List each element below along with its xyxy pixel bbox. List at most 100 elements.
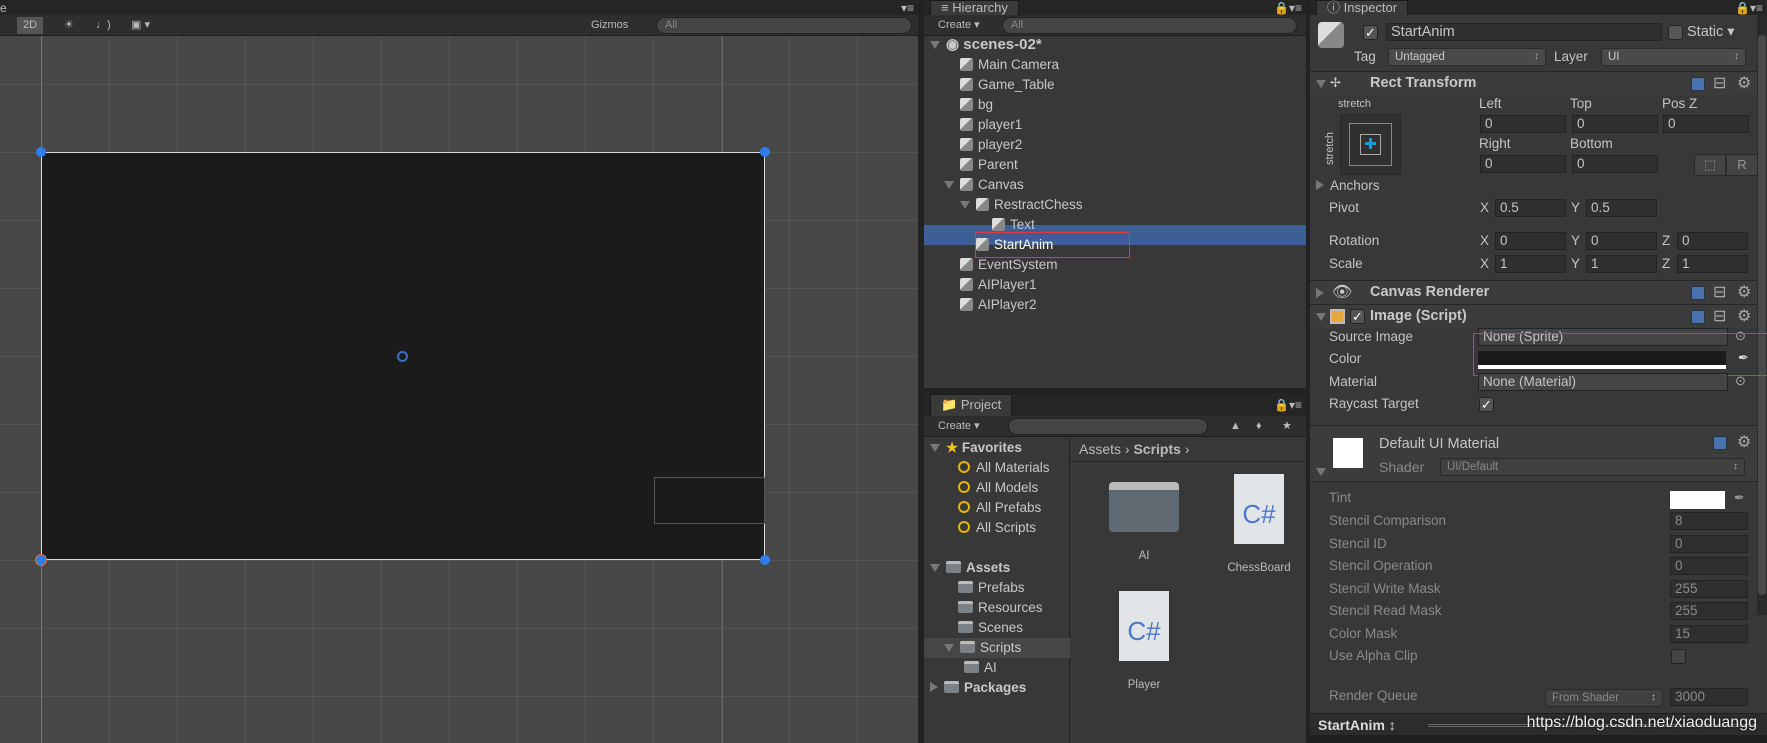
audio-icon[interactable]: ♩)	[90, 17, 117, 34]
lock-menu-icon[interactable]: 🔒▾≡	[1274, 398, 1302, 412]
light-icon[interactable]: ☀	[58, 17, 80, 34]
hierarchy-item[interactable]: AIPlayer2	[960, 295, 1037, 315]
image-component-header[interactable]: ✓ Image (Script) ⊟ ⚙	[1310, 304, 1757, 328]
image-enabled-checkbox[interactable]: ✓	[1350, 309, 1365, 324]
2d-toggle[interactable]: 2D	[17, 17, 44, 34]
folder-scripts-ai[interactable]: AI	[964, 658, 997, 678]
material-prop-input[interactable]: 255	[1670, 602, 1748, 620]
filter-type-icon[interactable]: ▲	[1224, 418, 1247, 435]
preset-icon[interactable]: ⊟	[1713, 309, 1727, 325]
anchor-handle-bl[interactable]	[35, 554, 47, 566]
hierarchy-item[interactable]: AIPlayer1	[960, 275, 1037, 295]
star-icon[interactable]: ★	[1276, 418, 1298, 435]
help-icon[interactable]	[1713, 436, 1727, 450]
hierarchy-item[interactable]: bg	[960, 95, 993, 115]
lock-menu-icon[interactable]: 🔒▾≡	[1274, 1, 1302, 15]
hierarchy-item[interactable]: player1	[960, 115, 1022, 135]
hierarchy-item[interactable]: Main Camera	[960, 55, 1059, 75]
anchor-presets-button[interactable]: ✚	[1340, 114, 1401, 175]
material-prop-input[interactable]: 8	[1670, 512, 1748, 530]
gear-icon[interactable]: ⚙	[1737, 76, 1751, 92]
hierarchy-item[interactable]: Text	[992, 215, 1035, 235]
preset-icon[interactable]: ⊟	[1713, 285, 1727, 301]
asset-folder[interactable]: Resources	[958, 598, 1043, 618]
object-name-input[interactable]: StartAnim	[1386, 23, 1662, 41]
blueprint-mode-button[interactable]: ⬚	[1694, 154, 1726, 176]
expand-arrow-icon[interactable]	[960, 201, 970, 209]
create-dropdown[interactable]: Create ▾	[932, 17, 986, 34]
render-queue-mode-dropdown[interactable]: From Shader	[1545, 689, 1663, 707]
material-field[interactable]: None (Material)	[1478, 373, 1728, 391]
tab-project[interactable]: 📁 Project	[930, 394, 1013, 416]
raycast-target-checkbox[interactable]: ✓	[1479, 397, 1494, 412]
canvas-renderer-header[interactable]: 👁 Canvas Renderer ⊟ ⚙	[1310, 280, 1757, 304]
pivot-circle-handle[interactable]	[397, 351, 408, 362]
raw-edit-button[interactable]: R	[1726, 154, 1758, 176]
tag-dropdown[interactable]: Untagged	[1388, 48, 1546, 66]
scene-tab-label[interactable]: e	[0, 1, 7, 15]
image-effects-icon[interactable]: ▣ ▾	[125, 17, 156, 34]
preview-object-dropdown[interactable]: StartAnim ↕	[1318, 717, 1396, 733]
right-input[interactable]: 0	[1480, 155, 1566, 173]
active-checkbox[interactable]: ✓	[1363, 25, 1378, 40]
anchor-handle-tl[interactable]	[36, 147, 46, 157]
static-dropdown[interactable]: Static ▾	[1687, 24, 1735, 40]
filter-label-icon[interactable]: ♦	[1250, 418, 1268, 435]
top-input[interactable]: 0	[1572, 115, 1658, 133]
object-picker-icon[interactable]: ⊙	[1735, 373, 1746, 389]
scene-root[interactable]: ◉ scenes-02*	[930, 35, 1042, 55]
breadcrumb-assets[interactable]: Assets	[1079, 441, 1121, 457]
rect-transform-header[interactable]: ✢ Rect Transform ⊟ ⚙	[1310, 71, 1757, 95]
material-header[interactable]: Default UI Material Shader UI/Default ⚙	[1310, 425, 1757, 482]
gear-icon[interactable]: ⚙	[1737, 285, 1751, 301]
lock-menu-icon[interactable]: 🔒▾≡	[1735, 1, 1763, 15]
pivot-y-input[interactable]: 0.5	[1586, 199, 1657, 217]
expand-arrow-icon[interactable]	[944, 181, 954, 189]
material-prop-input[interactable]: 255	[1670, 579, 1748, 598]
help-icon[interactable]	[1691, 286, 1705, 300]
favorite-item[interactable]: All Models	[958, 478, 1038, 498]
static-checkbox[interactable]	[1668, 25, 1683, 40]
hierarchy-item[interactable]: Canvas	[944, 175, 1024, 195]
project-search-input[interactable]	[1008, 418, 1208, 435]
pivot-x-input[interactable]: 0.5	[1495, 199, 1566, 217]
hierarchy-search-input[interactable]: All	[1002, 17, 1297, 34]
tab-inspector[interactable]: ⓘ Inspector	[1316, 0, 1409, 15]
hierarchy-item[interactable]: Parent	[960, 155, 1018, 175]
material-prop-input[interactable]: 0	[1670, 557, 1748, 575]
scale-z-input[interactable]: 1	[1677, 255, 1748, 273]
rotation-y-input[interactable]: 0	[1586, 232, 1657, 250]
eyedropper-icon[interactable]: ✒	[1734, 490, 1745, 506]
left-input[interactable]: 0	[1480, 115, 1566, 133]
material-prop-input[interactable]: 15	[1670, 624, 1748, 643]
gear-icon[interactable]: ⚙	[1737, 435, 1751, 451]
posz-input[interactable]: 0	[1663, 115, 1749, 133]
favorites-node[interactable]: ★ Favorites	[930, 438, 1022, 458]
hierarchy-item[interactable]: player2	[960, 135, 1022, 155]
asset-folder[interactable]: Scenes	[958, 618, 1023, 638]
tab-hierarchy[interactable]: ≡ Hierarchy	[930, 0, 1019, 15]
create-dropdown[interactable]: Create ▾	[932, 418, 986, 435]
anchors-foldout[interactable]: Anchors	[1316, 178, 1380, 193]
material-prop-input[interactable]: 0	[1670, 534, 1748, 553]
assets-node[interactable]: Assets	[930, 558, 1010, 578]
tint-swatch[interactable]	[1670, 491, 1725, 509]
gear-icon[interactable]: ⚙	[1737, 309, 1751, 325]
bottom-input[interactable]: 0	[1572, 155, 1658, 173]
scene-search-input[interactable]: All	[656, 17, 912, 34]
hierarchy-item[interactable]: RestractChess	[960, 195, 1083, 215]
expand-arrow-icon[interactable]	[944, 644, 954, 652]
favorite-item[interactable]: All Prefabs	[958, 498, 1041, 518]
inspector-scrollbar[interactable]	[1757, 15, 1767, 615]
breadcrumb-scripts[interactable]: Scripts	[1133, 441, 1180, 457]
scrollbar-thumb[interactable]	[1758, 35, 1766, 595]
packages-node[interactable]: Packages	[930, 678, 1026, 698]
rotation-x-input[interactable]: 0	[1495, 232, 1566, 250]
scale-y-input[interactable]: 1	[1586, 255, 1657, 273]
anchor-handle-br[interactable]	[760, 555, 770, 565]
anchor-handle-tr[interactable]	[760, 147, 770, 157]
gizmos-dropdown[interactable]: Gizmos	[585, 17, 634, 34]
asset-folder[interactable]: Scripts	[944, 638, 1021, 658]
render-queue-input[interactable]: 3000	[1670, 688, 1748, 706]
favorite-item[interactable]: All Scripts	[958, 518, 1036, 538]
